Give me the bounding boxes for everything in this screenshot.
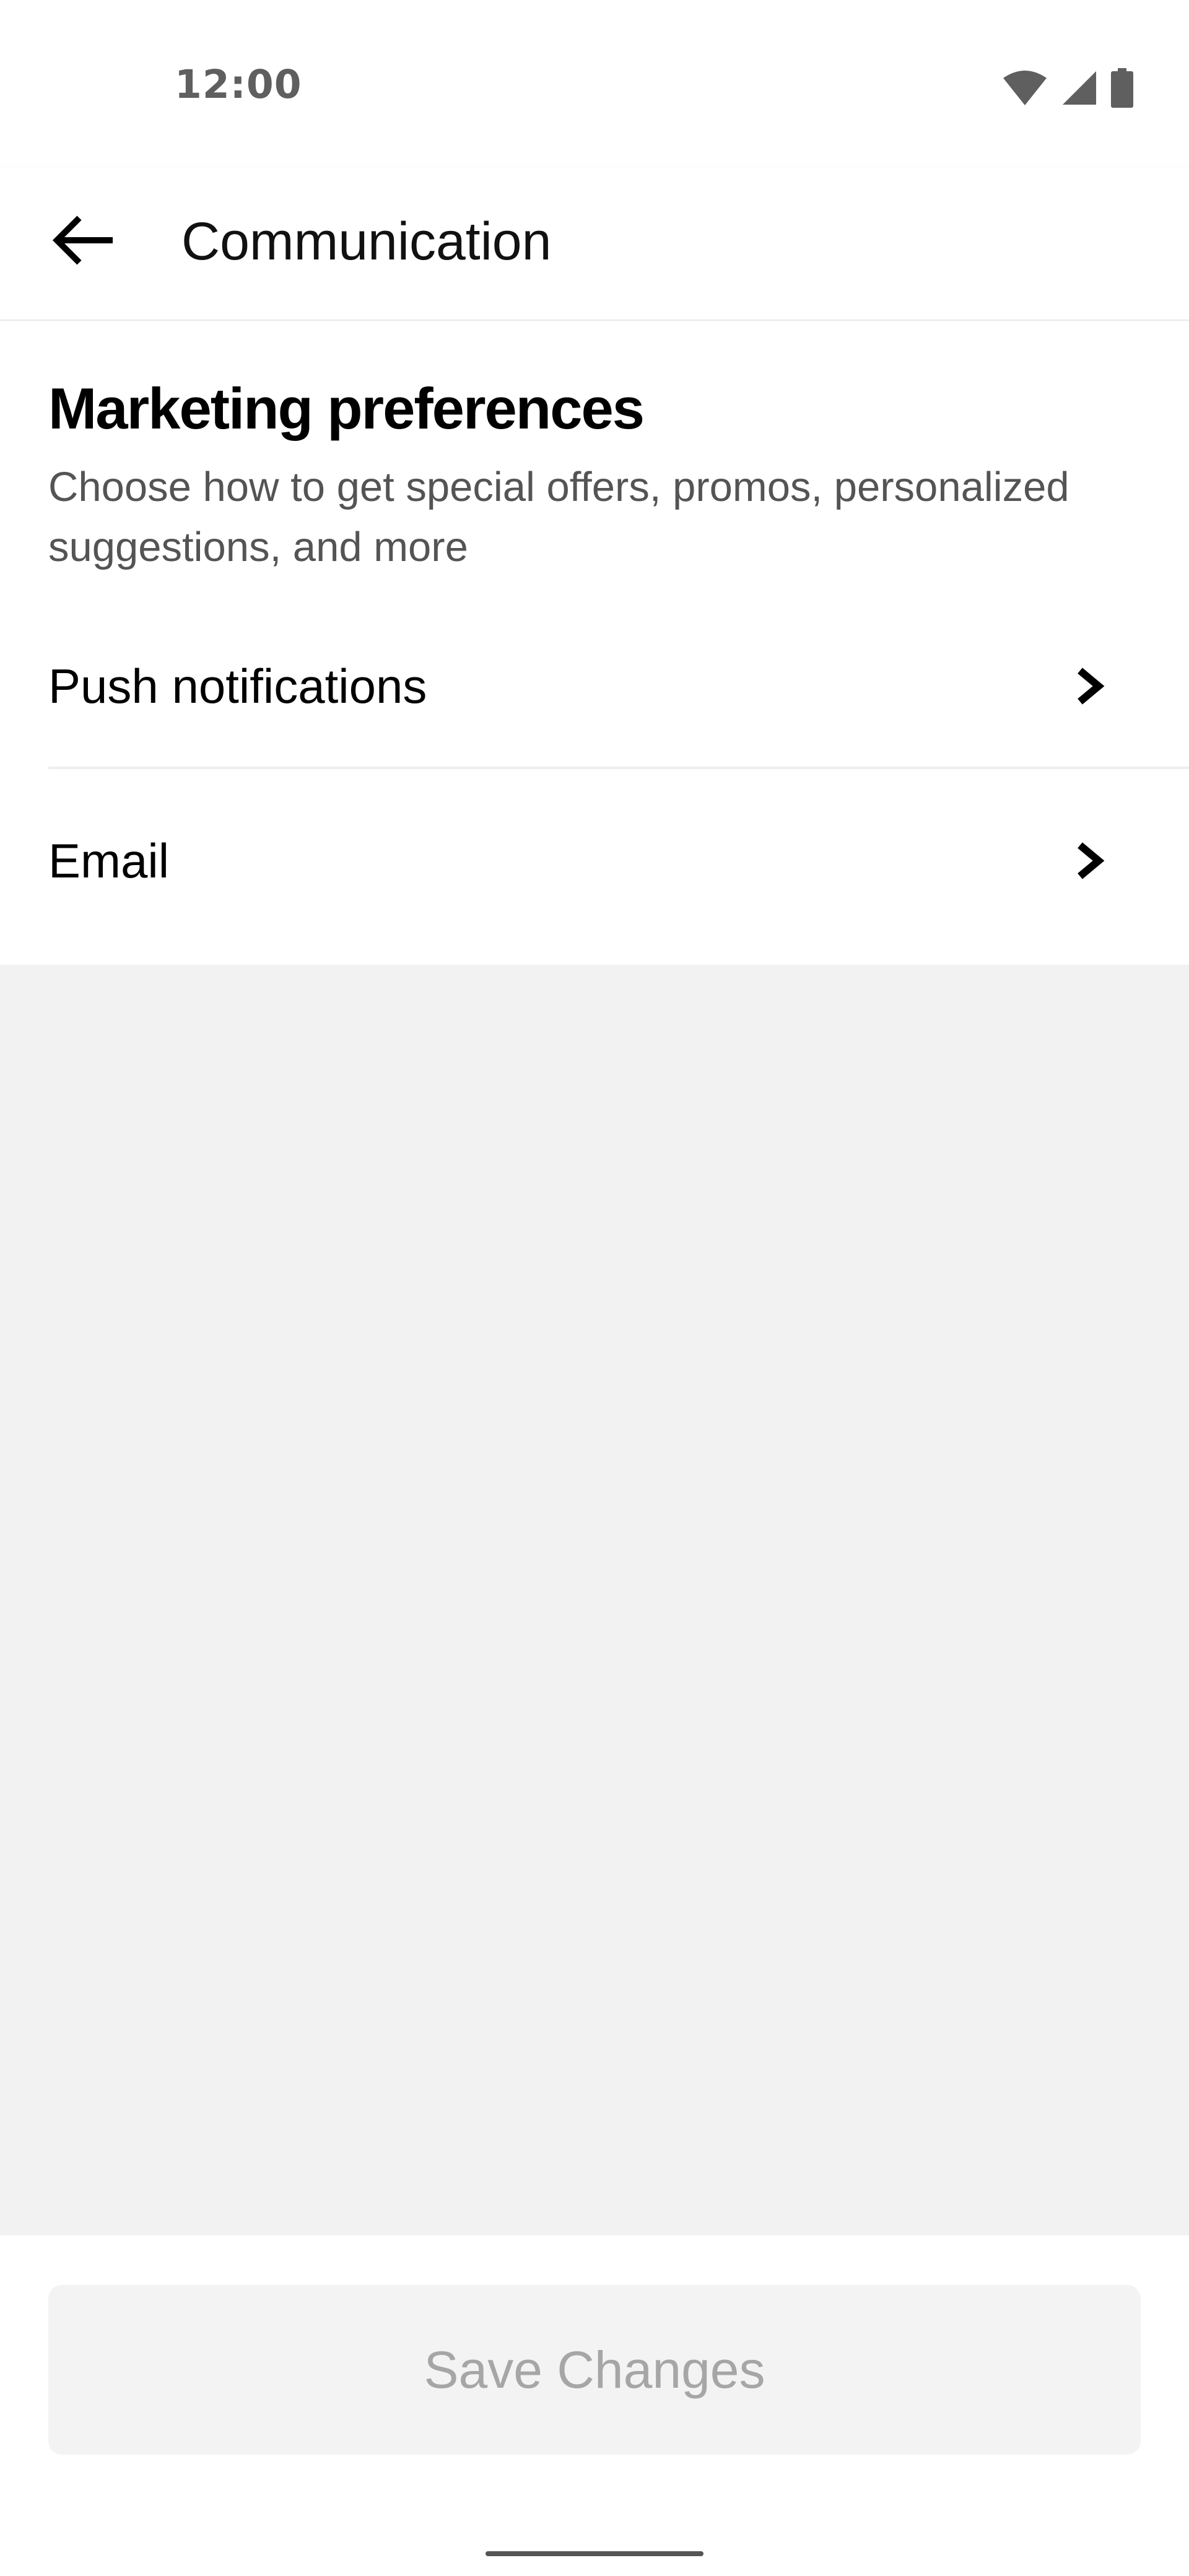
cell-signal-icon — [1061, 70, 1097, 106]
arrow-left-icon — [50, 212, 118, 271]
status-time: 12:00 — [175, 62, 302, 107]
battery-icon — [1111, 68, 1133, 108]
section-title: Marketing preferences — [48, 376, 645, 441]
wifi-icon — [1002, 69, 1048, 107]
chevron-right-icon — [1071, 664, 1108, 708]
push-notifications-label: Push notifications — [48, 659, 427, 713]
email-row[interactable]: Email — [0, 768, 1189, 965]
save-changes-button[interactable]: Save Changes — [48, 2285, 1141, 2455]
back-button[interactable] — [37, 195, 130, 288]
page-title: Communication — [181, 212, 552, 271]
marketing-preferences-section: Marketing preferences Choose how to get … — [0, 321, 1189, 965]
email-label: Email — [48, 833, 170, 888]
chevron-right-icon — [1071, 839, 1108, 882]
section-subtitle: Choose how to get special offers, promos… — [48, 464, 1069, 570]
home-indicator[interactable] — [486, 2551, 703, 2556]
bottom-action-bar: Save Changes — [0, 2235, 1189, 2576]
status-bar: 12:00 — [0, 0, 1189, 167]
status-icons — [1002, 68, 1133, 108]
app-bar: Communication — [0, 167, 1189, 321]
empty-content-area — [0, 965, 1189, 2235]
